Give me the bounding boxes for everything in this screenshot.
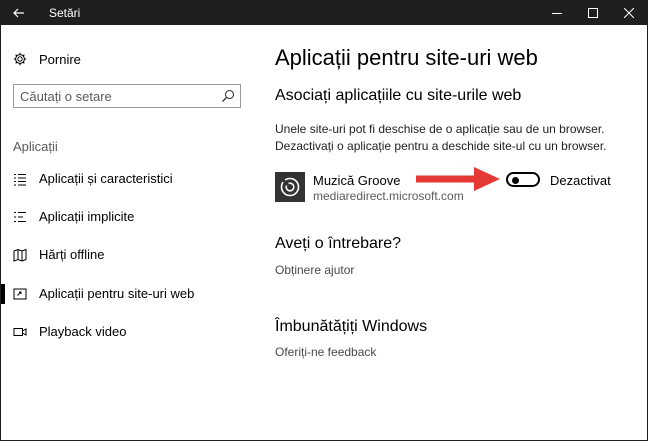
- maximize-button[interactable]: [575, 1, 611, 25]
- section-label: Aplicații: [13, 139, 58, 154]
- window-title: Setări: [49, 6, 81, 20]
- sidebar: Pornire Aplicații Aplicații și caracteri…: [1, 25, 256, 440]
- default-apps-icon: [14, 211, 26, 223]
- web-apps-icon: [13, 288, 27, 300]
- sidebar-item-default-apps[interactable]: Aplicații implicite: [1, 199, 256, 235]
- sidebar-item-offline-maps[interactable]: Hărți offline: [1, 237, 256, 273]
- groove-music-icon: [280, 177, 300, 197]
- back-button[interactable]: [1, 1, 37, 25]
- gear-icon: [13, 52, 27, 66]
- get-help-link[interactable]: Obținere ajutor: [275, 263, 354, 277]
- sidebar-item-label: Aplicații implicite: [39, 209, 135, 224]
- groove-music-app-icon: [275, 172, 305, 202]
- title-bar: Setări: [1, 1, 647, 25]
- section-heading-improve: Îmbunătățiți Windows: [275, 318, 428, 335]
- description: Unele site-uri pot fi deschise de o apli…: [275, 121, 615, 155]
- app-name: Muzică Groove: [313, 173, 401, 188]
- main-content: Aplicații pentru site-uri web Asociați a…: [275, 25, 645, 440]
- sidebar-item-label: Aplicații pentru site-uri web: [39, 286, 195, 301]
- section-heading-associate: Asociați aplicațiile cu site-urile web: [275, 87, 522, 104]
- minimize-icon: [552, 13, 562, 14]
- settings-window: Setări Pornire Căutați o setare Aplicați…: [0, 0, 648, 441]
- map-icon: [13, 248, 27, 262]
- page-title: Aplicații pentru site-uri web: [275, 45, 538, 70]
- sidebar-item-apps-for-websites[interactable]: Aplicații pentru site-uri web: [1, 276, 256, 312]
- list-icon: [14, 173, 26, 186]
- search-input[interactable]: [14, 85, 214, 107]
- close-icon: [624, 8, 634, 18]
- toggle-state-label: Dezactivat: [550, 173, 611, 188]
- sidebar-item-video-playback[interactable]: Playback video: [1, 314, 256, 350]
- selection-indicator: [1, 284, 5, 304]
- description-line-1: Unele site-uri pot fi deschise de o apli…: [275, 122, 605, 136]
- red-arrow-annotation: [416, 167, 500, 191]
- section-heading-question: Aveți o întrebare?: [275, 235, 402, 252]
- feedback-link[interactable]: Oferiți-ne feedback: [275, 345, 376, 359]
- sidebar-item-label: Aplicații și caracteristici: [39, 171, 173, 186]
- home-nav-item[interactable]: Pornire: [13, 49, 81, 69]
- maximize-icon: [588, 8, 598, 18]
- toggle-knob: [512, 176, 519, 184]
- sidebar-item-label: Hărți offline: [39, 247, 105, 262]
- video-icon: [13, 328, 27, 336]
- app-toggle-switch[interactable]: [506, 172, 540, 187]
- sidebar-item-apps-features[interactable]: Aplicații și caracteristici: [1, 161, 256, 197]
- minimize-button[interactable]: [539, 1, 575, 25]
- home-label: Pornire: [39, 51, 81, 67]
- sidebar-item-label: Playback video: [39, 324, 127, 339]
- search-box: [13, 84, 241, 108]
- description-line-2: Dezactivați o aplicație pentru a deschid…: [275, 139, 607, 153]
- back-arrow-icon: [13, 8, 24, 18]
- search-icon[interactable]: [221, 89, 235, 103]
- close-button[interactable]: [611, 1, 647, 25]
